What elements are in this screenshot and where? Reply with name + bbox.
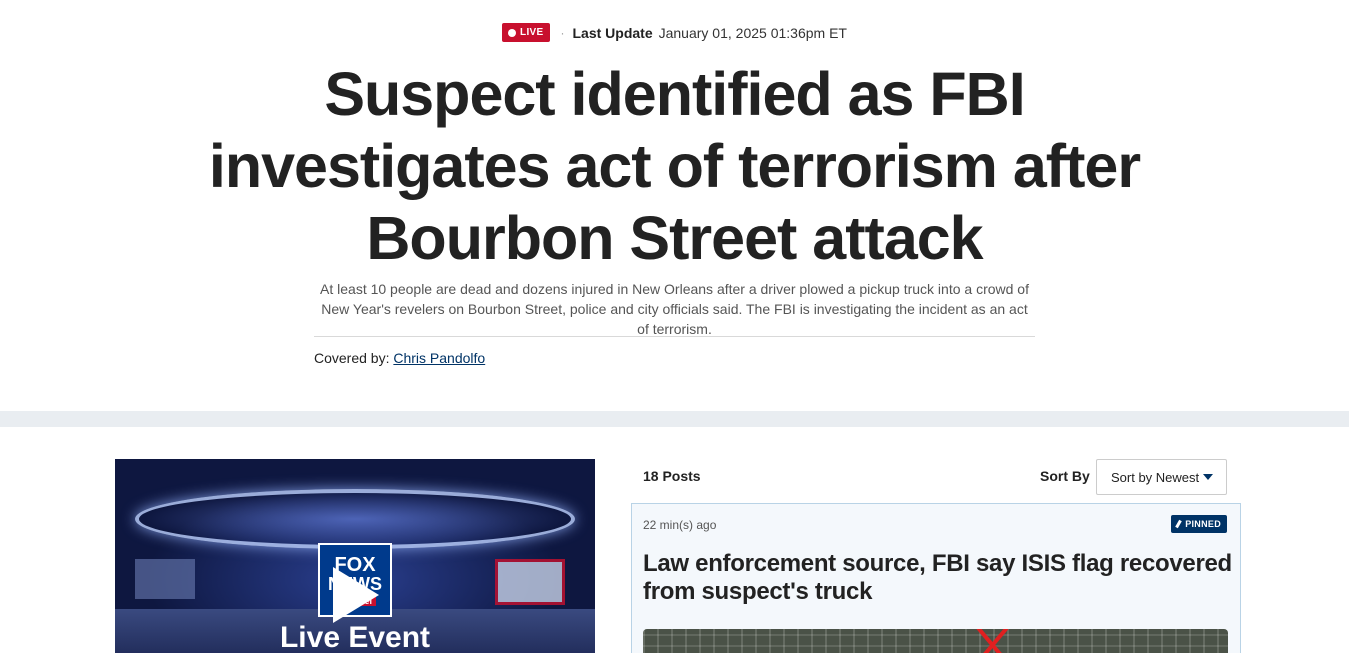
post-card[interactable]: 22 min(s) ago PINNED Law enforcement sou… (631, 503, 1241, 653)
post-title[interactable]: Law enforcement source, FBI say ISIS fla… (643, 550, 1233, 606)
byline: Covered by: Chris Pandolfo (314, 350, 485, 366)
live-status-bar: LIVE · Last Update January 01, 2025 01:3… (0, 23, 1349, 42)
video-player[interactable]: FOX NEWS channel Live Event (115, 459, 595, 653)
play-icon[interactable] (333, 567, 379, 623)
live-badge: LIVE (502, 23, 551, 42)
pin-icon (1175, 519, 1182, 529)
section-band (0, 411, 1349, 427)
live-dot-icon (508, 28, 517, 37)
separator-dot: · (560, 25, 565, 40)
studio-screen (135, 559, 195, 599)
author-link[interactable]: Chris Pandolfo (393, 350, 485, 366)
posts-count: 18 Posts (643, 468, 701, 484)
pinned-label: PINNED (1185, 519, 1221, 529)
sort-dropdown[interactable]: Sort by Newest (1096, 459, 1227, 495)
studio-screen (495, 559, 565, 605)
divider (314, 336, 1035, 337)
live-label: LIVE (520, 27, 544, 38)
last-update-time: January 01, 2025 01:36pm ET (658, 24, 847, 41)
sort-value: Sort by Newest (1111, 469, 1200, 485)
video-title: Live Event (279, 621, 431, 653)
article-summary: At least 10 people are dead and dozens i… (320, 281, 1029, 337)
sort-label: Sort By (1040, 468, 1090, 484)
post-timestamp: 22 min(s) ago (643, 518, 717, 532)
pinned-badge: PINNED (1171, 515, 1227, 533)
chevron-down-icon (1203, 474, 1214, 480)
last-update-label: Last Update (572, 24, 653, 41)
covered-by-label: Covered by: (314, 350, 390, 366)
post-image (643, 629, 1228, 653)
page-title: Suspect identified as FBI investigates a… (208, 60, 1141, 272)
studio-ring (135, 489, 575, 549)
